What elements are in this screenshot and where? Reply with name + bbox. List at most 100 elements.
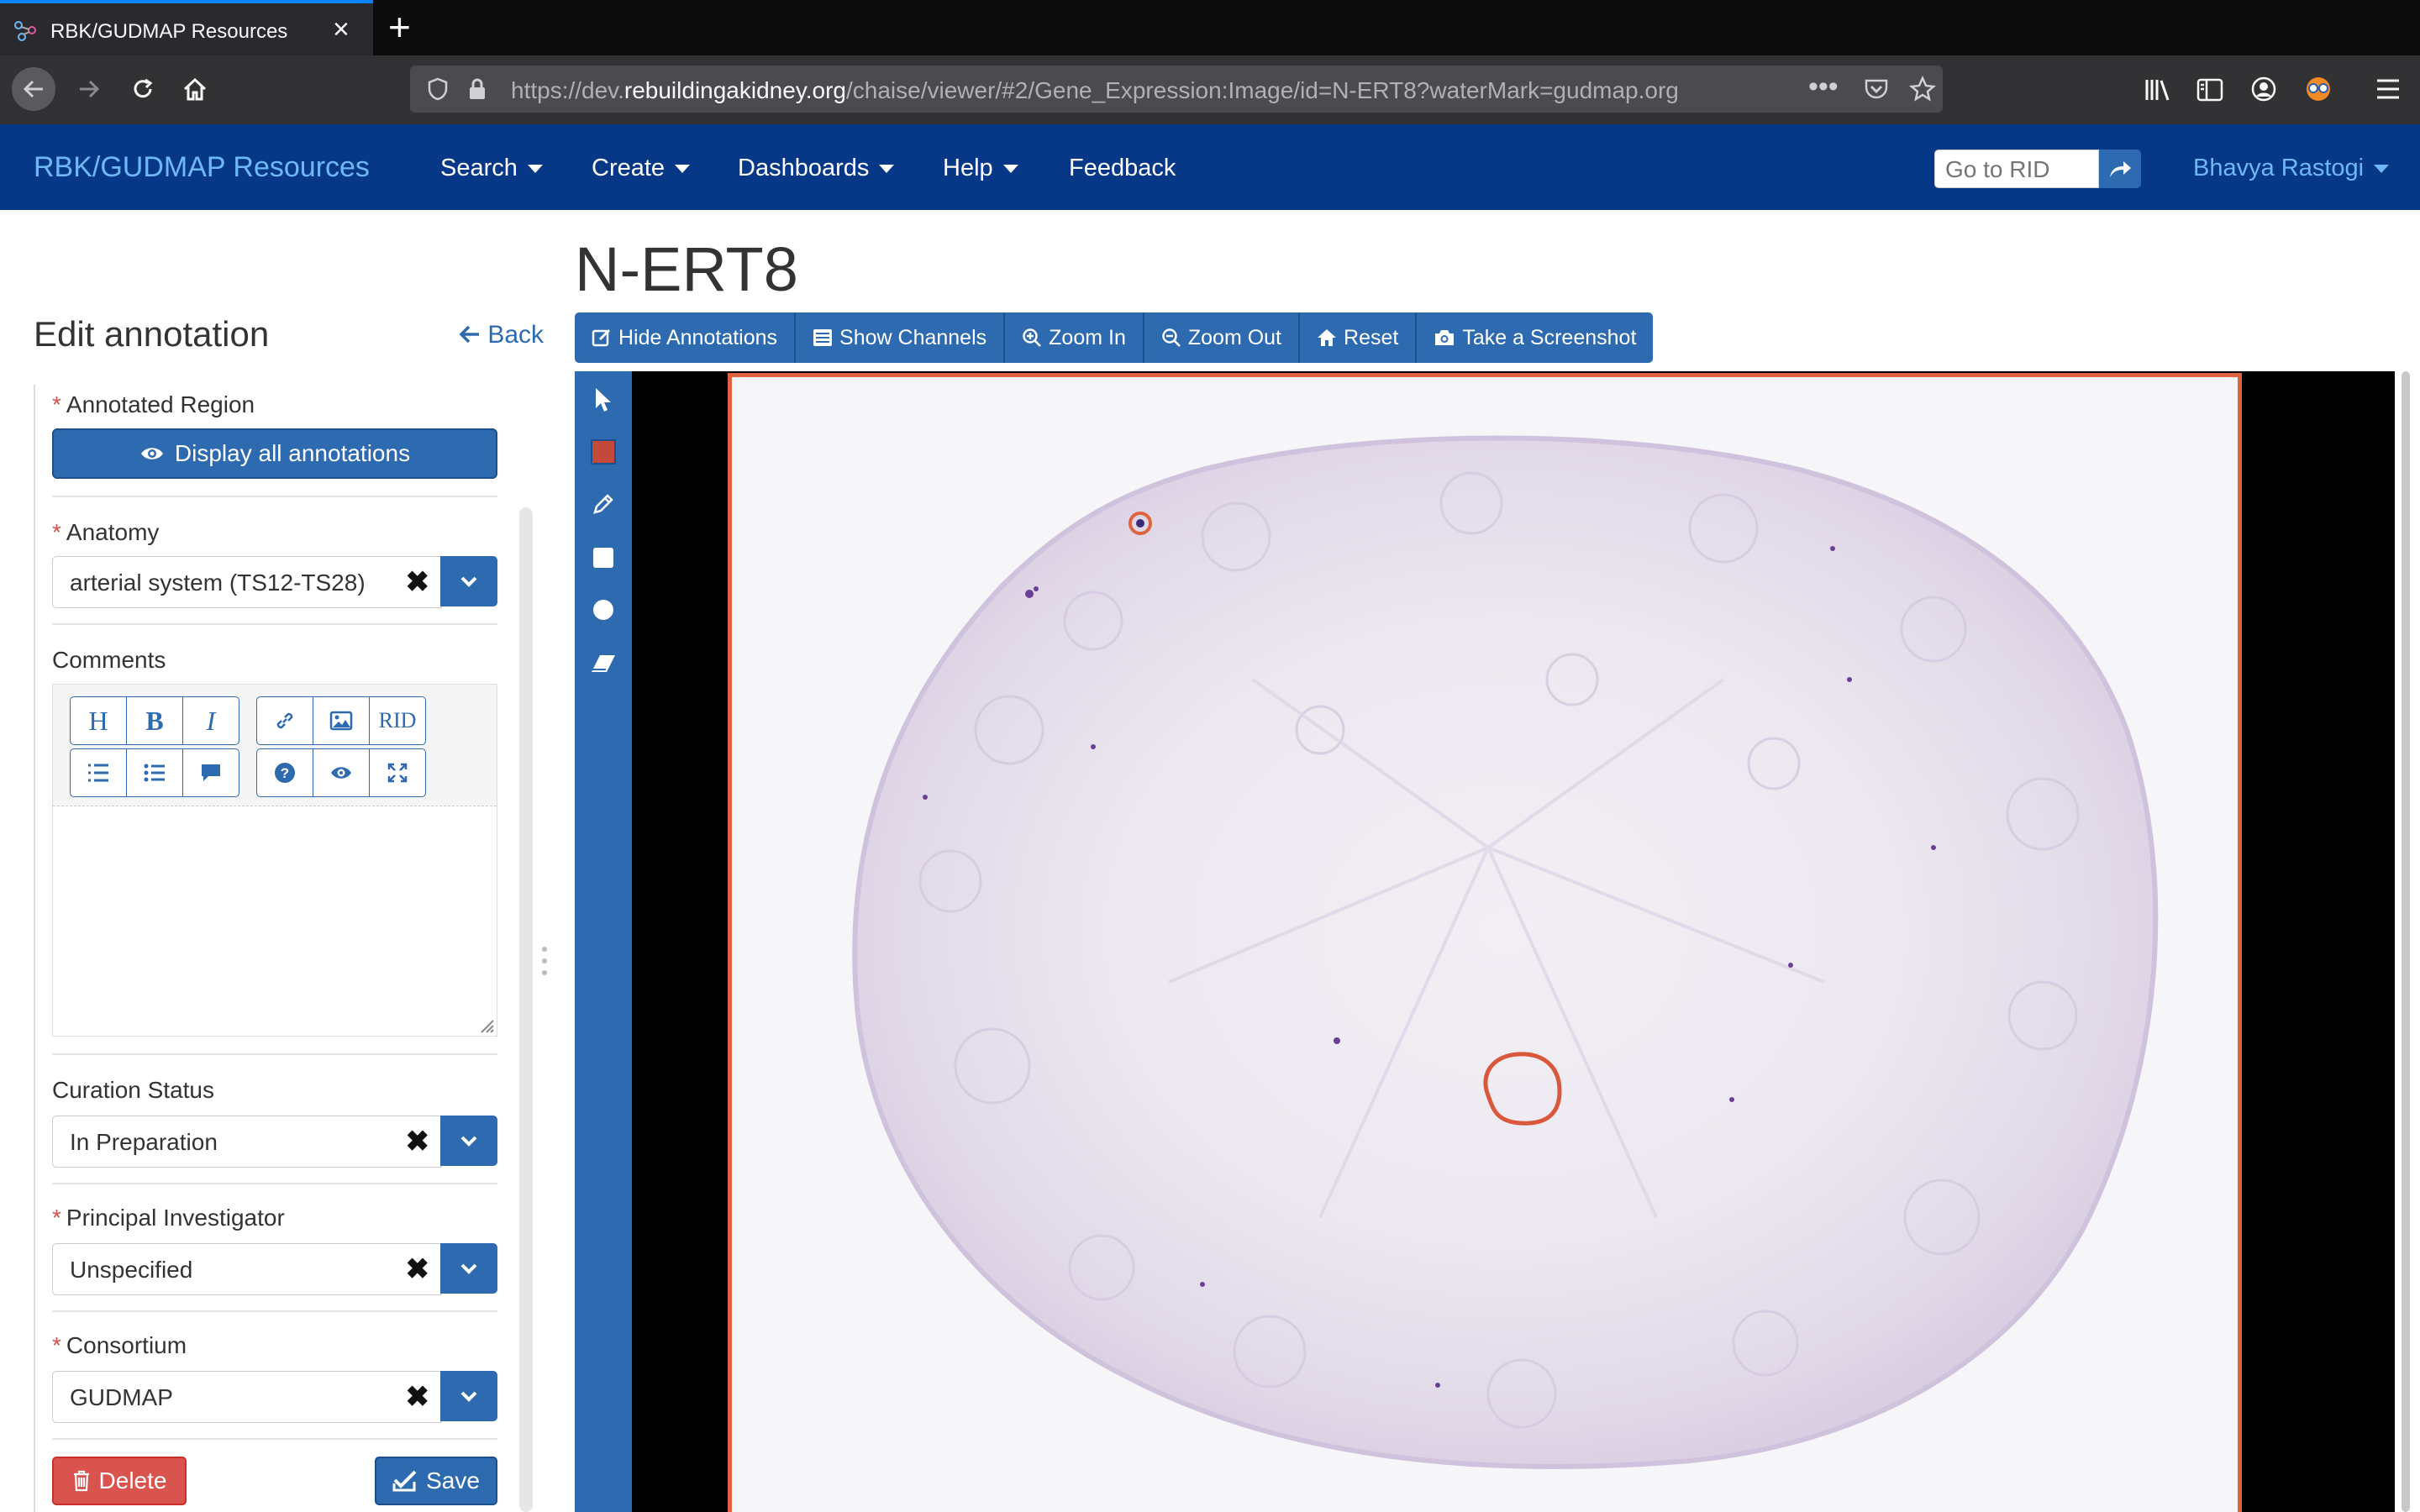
comment-icon [202,764,220,781]
italic-button[interactable]: I [182,696,239,745]
curation-status-field[interactable]: In Preparation ✖ [52,1116,442,1168]
circle-tool[interactable] [575,588,632,632]
pointer-tool[interactable] [575,378,632,422]
eraser-icon [592,655,615,672]
annotated-region-label: * Annotated Region [52,391,255,417]
divider [52,623,497,625]
user-menu[interactable]: Bhavya Rastogi [2193,155,2390,182]
menu-help[interactable]: Help [943,155,1018,182]
pointer-icon [596,388,611,412]
lock-icon[interactable] [467,77,487,101]
ordered-list-icon [88,764,108,782]
clear-icon[interactable]: ✖ [406,1125,430,1158]
browser-back-icon[interactable] [12,67,55,111]
browser-tab[interactable]: RBK/GUDMAP Resources × [0,0,373,55]
resize-grip-icon[interactable] [476,1016,495,1034]
consortium-field[interactable]: GUDMAP ✖ [52,1371,442,1423]
menu-dashboards[interactable]: Dashboards [738,155,895,182]
divider [52,496,497,497]
principal-investigator-dropdown-button[interactable] [440,1243,497,1294]
viewer-scrollbar[interactable] [2400,371,2412,1512]
delete-button[interactable]: Delete [52,1457,187,1505]
anatomy-dropdown-button[interactable] [440,556,497,606]
reset-button[interactable]: Reset [1300,312,1418,363]
svg-text:?: ? [281,765,289,781]
bookmark-star-icon[interactable] [1909,76,1936,102]
caret-down-icon [675,165,691,174]
account-icon[interactable] [2250,76,2277,102]
caret-down-icon [879,165,895,174]
stroke-color-tool[interactable] [575,430,632,474]
menu-create[interactable]: Create [592,155,691,182]
menu-feedback[interactable]: Feedback [1069,155,1176,182]
url-bar[interactable]: https://dev.rebuildingakidney.org/chaise… [410,66,1943,113]
extension-icon[interactable] [2304,76,2333,102]
eraser-tool[interactable] [575,642,632,685]
unordered-list-button[interactable] [126,748,183,797]
tissue-outline [852,435,2159,1469]
zoom-out-button[interactable]: Zoom Out [1144,312,1301,363]
curation-status-value: In Preparation [70,1129,218,1155]
curation-status-dropdown-button[interactable] [440,1116,497,1166]
pocket-icon[interactable] [1864,77,1889,101]
help-button[interactable]: ? [256,748,313,797]
divider [52,1438,497,1440]
anatomy-field[interactable]: arterial system (TS12-TS28) ✖ [52,556,442,608]
preview-button[interactable] [313,748,370,797]
display-all-annotations-button[interactable]: Display all annotations [52,428,497,479]
library-icon[interactable] [2144,77,2173,102]
trash-icon [73,1470,89,1492]
show-channels-button[interactable]: Show Channels [796,312,1006,363]
expand-icon [387,763,408,783]
clear-icon[interactable]: ✖ [406,565,430,599]
clear-icon[interactable]: ✖ [406,1380,430,1414]
comments-textarea[interactable] [53,807,497,1036]
heading-button[interactable]: H [70,696,127,745]
chevron-down-icon [460,1263,477,1274]
divider [52,1310,497,1312]
pencil-tool[interactable] [575,482,632,526]
back-link[interactable]: Back [459,321,544,349]
fullscreen-button[interactable] [369,748,426,797]
eye-icon [331,767,351,779]
consortium-dropdown-button[interactable] [440,1371,497,1421]
brand-link[interactable]: RBK/GUDMAP Resources [34,151,370,184]
take-screenshot-button[interactable]: Take a Screenshot [1417,312,1654,363]
quote-button[interactable] [182,748,239,797]
new-tab-icon[interactable]: + [388,5,411,49]
principal-investigator-field[interactable]: Unspecified ✖ [52,1243,442,1295]
browser-forward-icon[interactable] [67,67,111,111]
image-canvas[interactable] [728,373,2242,1512]
url-text[interactable]: https://dev.rebuildingakidney.org/chaise… [511,77,1679,104]
go-to-rid-field[interactable] [1934,150,2099,188]
page-actions-icon[interactable]: ••• [1808,71,1839,103]
drawing-toolbar [575,371,632,1512]
reload-icon[interactable] [121,67,165,111]
zoom-in-button[interactable]: Zoom In [1005,312,1144,363]
menu-search[interactable]: Search [440,155,543,182]
close-tab-icon[interactable]: × [333,13,350,45]
clear-icon[interactable]: ✖ [406,1252,430,1286]
hamburger-menu-icon[interactable] [2375,77,2402,101]
link-button[interactable] [256,696,313,745]
go-to-rid-button[interactable] [2099,150,2141,188]
markdown-toolbar: H B I RID ? [53,685,497,806]
panel-scrollbar[interactable] [519,507,533,1512]
anatomy-label: * Anatomy [52,519,160,545]
save-button[interactable]: Save [375,1457,497,1505]
zoom-out-icon [1162,328,1181,347]
panel-resize-handle[interactable] [541,944,548,978]
image-button[interactable] [313,696,370,745]
sidebar-icon[interactable] [2196,77,2223,102]
rectangle-tool[interactable] [575,536,632,580]
comments-editor: H B I RID ? [52,684,497,1037]
shield-icon[interactable] [427,77,449,101]
color-swatch-icon [591,439,616,465]
rid-button[interactable]: RID [369,696,426,745]
home-icon[interactable] [173,67,217,111]
bold-button[interactable]: B [126,696,183,745]
consortium-value: GUDMAP [70,1384,173,1410]
hide-annotations-button[interactable]: Hide Annotations [575,312,797,363]
go-to-rid-input[interactable] [1944,155,2095,184]
ordered-list-button[interactable] [70,748,127,797]
